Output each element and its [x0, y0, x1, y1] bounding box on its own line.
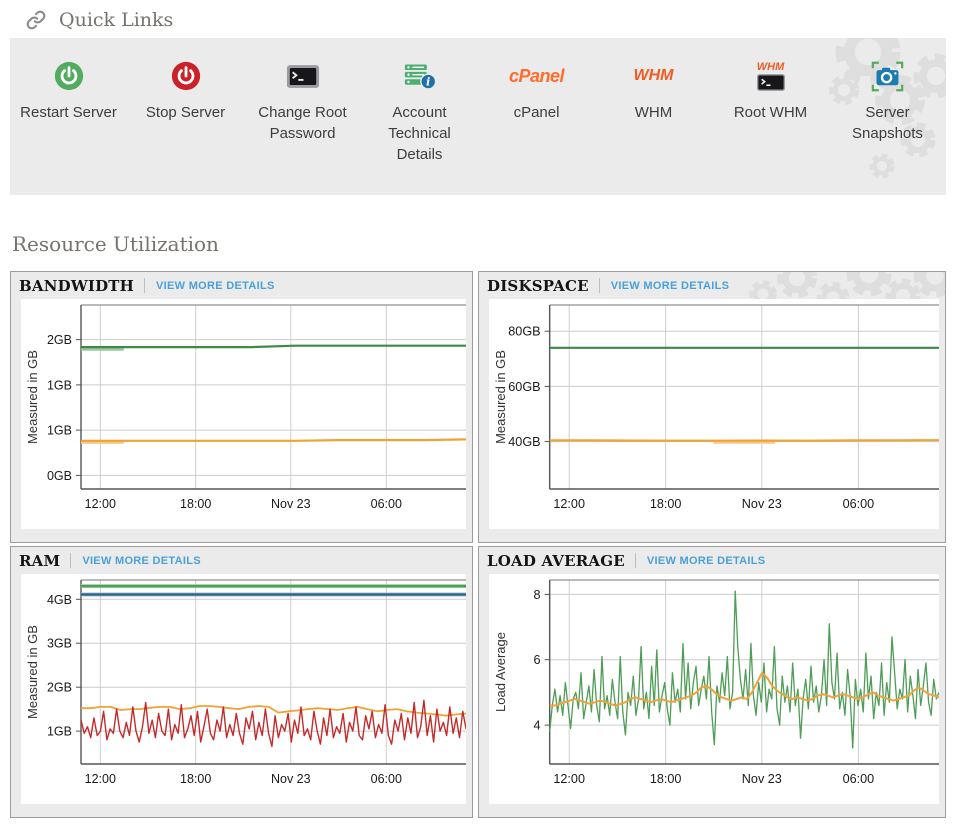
quick-link-label: Change Root Password	[254, 102, 352, 144]
charts-grid: BANDWIDTH VIEW MORE DETAILS 2GB 1GB 1GB 0GB…	[10, 271, 946, 818]
quick-link-label: Stop Server	[137, 102, 235, 123]
whm-logo: WHM	[595, 57, 712, 95]
svg-text:2GB: 2GB	[47, 333, 72, 347]
svg-text:12:00: 12:00	[85, 497, 116, 511]
quick-link-cpanel[interactable]: cPanel cPanel	[478, 57, 595, 195]
svg-text:4GB: 4GB	[47, 593, 72, 607]
ram-chart: 4GB 3GB 2GB 1GB 12:00 18:00 Nov 23 06:00 Measure…	[21, 574, 466, 804]
svg-text:06:00: 06:00	[371, 772, 402, 786]
load-average-title: LOAD AVERAGE	[487, 552, 625, 570]
svg-text:40GB: 40GB	[508, 435, 540, 449]
power-restart-icon	[10, 57, 127, 95]
bandwidth-title: BANDWIDTH	[19, 277, 134, 295]
svg-text:1GB: 1GB	[47, 424, 72, 438]
quick-link-label: Server Snapshots	[839, 102, 937, 144]
svg-text:Measured in GB: Measured in GB	[25, 350, 40, 444]
diskspace-title: DISKSPACE	[487, 277, 589, 295]
quick-link-stop-server[interactable]: Stop Server	[127, 57, 244, 195]
header-separator	[144, 278, 145, 293]
svg-text:4: 4	[534, 719, 541, 733]
diskspace-chart: 80GB 60GB 40GB 12:00 18:00 Nov 23 06:00 Measure…	[489, 299, 939, 529]
svg-text:Nov 23: Nov 23	[742, 497, 782, 511]
server-info-icon: i	[361, 57, 478, 95]
quick-link-change-root-password[interactable]: Change Root Password	[244, 57, 361, 195]
svg-text:18:00: 18:00	[650, 772, 682, 786]
svg-text:60GB: 60GB	[508, 380, 540, 394]
root-whm-icon: WHM	[712, 57, 829, 95]
quick-links-title: Quick Links	[59, 9, 173, 31]
quick-links-heading: Quick Links	[0, 0, 958, 38]
header-separator	[599, 278, 600, 293]
cpanel-logo: cPanel	[478, 57, 595, 95]
load-average-chart: 8 6 4 12:00 18:00 Nov 23 06:00 Load Average	[489, 574, 939, 804]
ram-panel: RAM VIEW MORE DETAILS 4GB 3GB 2GB 1GB 12:00 1…	[10, 546, 473, 818]
svg-text:18:00: 18:00	[180, 497, 211, 511]
resource-utilization-heading: Resource Utilization	[0, 195, 958, 271]
header-separator	[70, 553, 71, 568]
quick-links-panel: Restart Server Stop Server Change Root P…	[10, 38, 946, 195]
svg-text:3GB: 3GB	[47, 637, 72, 651]
ram-title: RAM	[19, 552, 60, 570]
svg-text:Measured in GB: Measured in GB	[25, 625, 40, 719]
header-separator	[635, 553, 636, 568]
quick-link-whm[interactable]: WHM WHM	[595, 57, 712, 195]
svg-text:80GB: 80GB	[508, 325, 540, 339]
quick-link-label: Account Technical Details	[371, 102, 469, 165]
svg-text:Load Average: Load Average	[493, 632, 508, 712]
link-icon	[26, 10, 46, 30]
diskspace-panel: DISKSPACE VIEW MORE DETAILS 80GB 60GB 40GB…	[478, 271, 946, 543]
quick-link-label: Restart Server	[20, 102, 118, 123]
quick-link-server-snapshots[interactable]: Server Snapshots	[829, 57, 946, 195]
svg-text:06:00: 06:00	[371, 497, 402, 511]
quick-link-root-whm[interactable]: WHM Root WHM	[712, 57, 829, 195]
svg-text:12:00: 12:00	[553, 497, 585, 511]
svg-text:12:00: 12:00	[85, 772, 116, 786]
svg-text:0GB: 0GB	[47, 469, 72, 483]
load-average-view-more-link[interactable]: VIEW MORE DETAILS	[647, 555, 766, 567]
resource-utilization-title: Resource Utilization	[12, 232, 219, 256]
svg-text:Nov 23: Nov 23	[271, 497, 311, 511]
bandwidth-panel: BANDWIDTH VIEW MORE DETAILS 2GB 1GB 1GB 0GB…	[10, 271, 473, 543]
power-stop-icon	[127, 57, 244, 95]
quick-link-label: WHM	[605, 102, 703, 123]
svg-text:Nov 23: Nov 23	[271, 772, 311, 786]
svg-text:i: i	[426, 75, 430, 89]
svg-text:1GB: 1GB	[47, 725, 72, 739]
svg-text:06:00: 06:00	[843, 772, 875, 786]
quick-link-restart-server[interactable]: Restart Server	[10, 57, 127, 195]
svg-text:18:00: 18:00	[180, 772, 211, 786]
svg-text:06:00: 06:00	[843, 497, 875, 511]
svg-text:Measured in GB: Measured in GB	[493, 350, 508, 444]
bandwidth-view-more-link[interactable]: VIEW MORE DETAILS	[156, 280, 275, 292]
camera-snapshot-icon	[829, 57, 946, 95]
quick-link-label: Root WHM	[722, 102, 820, 123]
svg-text:6: 6	[534, 653, 541, 667]
svg-text:8: 8	[534, 588, 541, 602]
quick-link-label: cPanel	[488, 102, 586, 123]
diskspace-view-more-link[interactable]: VIEW MORE DETAILS	[611, 280, 730, 292]
quick-link-account-technical-details[interactable]: i Account Technical Details	[361, 57, 478, 195]
terminal-icon	[244, 57, 361, 95]
ram-view-more-link[interactable]: VIEW MORE DETAILS	[82, 555, 201, 567]
svg-text:1GB: 1GB	[47, 378, 72, 392]
load-average-panel: LOAD AVERAGE VIEW MORE DETAILS 8 6 4 12:00 1…	[478, 546, 946, 818]
svg-text:12:00: 12:00	[553, 772, 585, 786]
svg-text:2GB: 2GB	[47, 681, 72, 695]
bandwidth-chart: 2GB 1GB 1GB 0GB 12:00 18:00 Nov 23 06:00 Measure…	[21, 299, 466, 529]
svg-text:18:00: 18:00	[650, 497, 682, 511]
svg-text:Nov 23: Nov 23	[742, 772, 782, 786]
